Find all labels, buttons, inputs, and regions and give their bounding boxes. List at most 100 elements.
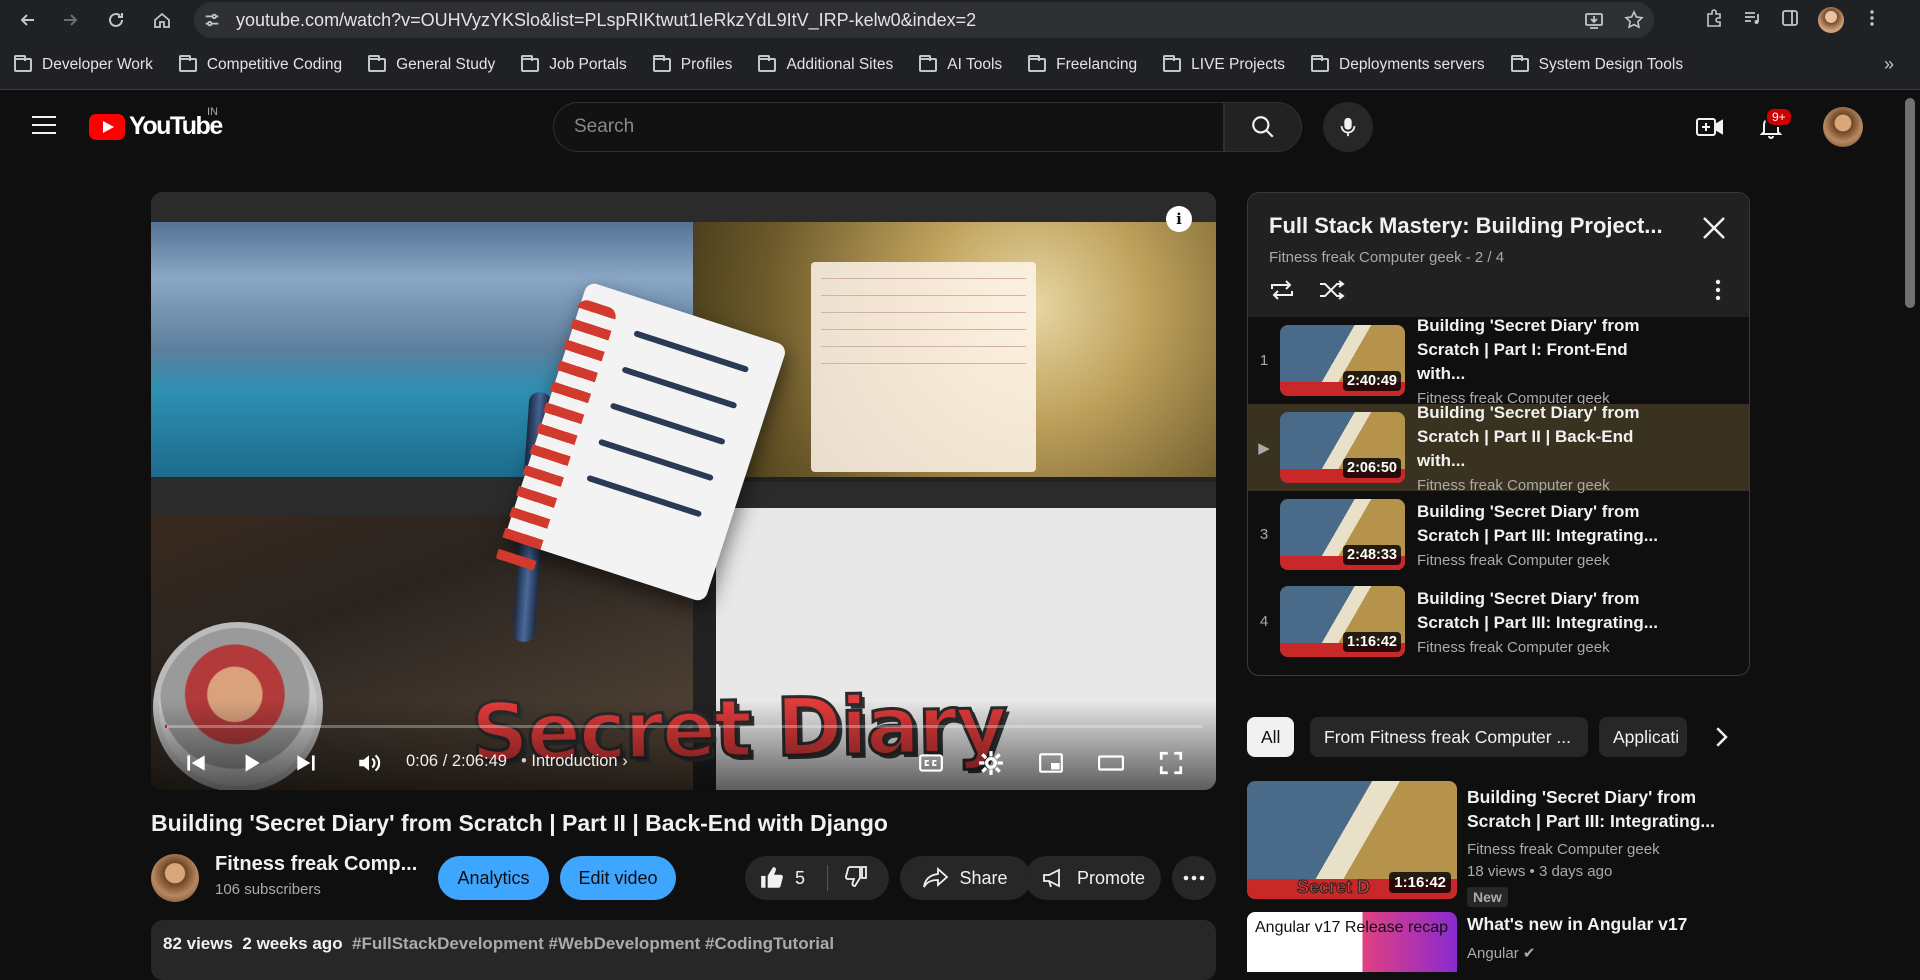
chip-applications[interactable]: Applicati (1599, 717, 1687, 757)
chevron-right-icon[interactable] (1706, 722, 1736, 752)
volume-button[interactable] (354, 748, 384, 778)
media-controls-icon[interactable] (1742, 8, 1762, 33)
folder-icon (178, 54, 197, 72)
loop-icon[interactable] (1268, 277, 1296, 303)
folder-icon (919, 54, 938, 72)
dislike-button[interactable] (844, 864, 868, 893)
back-icon[interactable] (8, 0, 48, 40)
youtube-logo[interactable]: YouTube IN (89, 106, 223, 141)
play-button[interactable] (236, 748, 266, 778)
captions-button[interactable] (916, 748, 946, 778)
theater-icon (1098, 755, 1124, 771)
folder-icon (1163, 54, 1182, 72)
install-app-icon[interactable] (1584, 10, 1604, 35)
home-icon[interactable] (142, 0, 182, 40)
thumbnail-text: Angular v17 Release recap (1255, 919, 1449, 936)
playlist-title[interactable]: Full Stack Mastery: Building Project... (1269, 213, 1663, 239)
bookmarks-bar: Developer Work Competitive Coding Genera… (0, 40, 1920, 90)
forward-icon[interactable] (50, 0, 90, 40)
microphone-icon (1340, 117, 1356, 137)
recommended-channel: Angular ✔ (1467, 945, 1536, 962)
duration-badge: 2:06:50 (1343, 458, 1401, 478)
analytics-button[interactable]: Analytics (438, 856, 549, 900)
voice-search-button[interactable] (1323, 102, 1373, 152)
like-dislike-group: 5 (745, 856, 889, 900)
more-actions-button[interactable] (1172, 856, 1216, 900)
channel-name[interactable]: Fitness freak Comp... (215, 853, 417, 876)
recommended-thumbnail: Secret D 1:16:42 (1247, 781, 1457, 899)
recommended-video[interactable]: Angular v17 Release recap What's new in … (1247, 912, 1727, 972)
description-box[interactable]: 82 views 2 weeks ago #FullStackDevelopme… (151, 920, 1216, 980)
create-icon (1696, 118, 1723, 136)
site-info-icon[interactable] (194, 11, 230, 29)
create-video-button[interactable] (1695, 112, 1725, 142)
folder-icon (1028, 54, 1047, 72)
playlist-item-title: Building 'Secret Diary' from Scratch | P… (1417, 403, 1640, 470)
reload-icon[interactable] (96, 0, 136, 40)
recommended-meta: 18 views • 3 days ago (1467, 863, 1613, 880)
close-icon[interactable] (1699, 213, 1729, 243)
miniplayer-button[interactable] (1036, 748, 1066, 778)
search-button[interactable] (1224, 102, 1302, 152)
url-text: youtube.com/watch?v=OUHVyzYKSlo&list=PLs… (236, 9, 977, 30)
progress-bar[interactable] (165, 725, 1202, 728)
playlist-item[interactable]: 3 2:48:33 Building 'Secret Diary' from S… (1248, 491, 1749, 578)
country-code: IN (207, 106, 218, 118)
bookmark-folder[interactable]: Additional Sites (758, 54, 893, 74)
shuffle-icon[interactable] (1318, 277, 1346, 303)
verified-icon: ✔ (1522, 945, 1536, 962)
settings-button[interactable] (976, 748, 1006, 778)
extensions-icon[interactable] (1704, 8, 1724, 33)
menu-icon[interactable] (1862, 8, 1882, 33)
bookmark-star-icon[interactable] (1624, 10, 1644, 35)
playlist-item[interactable]: 4 1:16:42 Building 'Secret Diary' from S… (1248, 578, 1749, 665)
subscriber-count: 106 subscribers (215, 881, 321, 898)
account-avatar[interactable] (1823, 107, 1863, 147)
chapter-button[interactable]: • Introduction › (521, 752, 628, 771)
like-button[interactable]: 5 (759, 865, 805, 891)
recommended-thumbnail: Angular v17 Release recap (1247, 912, 1457, 972)
hashtags[interactable]: #FullStackDevelopment #WebDevelopment #C… (352, 934, 834, 953)
bookmark-folder[interactable]: Competitive Coding (178, 54, 342, 74)
bookmark-folder[interactable]: Developer Work (14, 54, 153, 74)
info-icon[interactable]: i (1166, 206, 1192, 232)
share-icon (923, 867, 949, 888)
menu-hamburger-icon[interactable] (32, 116, 56, 134)
next-button[interactable] (291, 748, 321, 778)
video-player[interactable]: Secret Diary i 0:06 / 2:06:49 • Introduc… (151, 192, 1216, 790)
bookmark-folder[interactable]: Freelancing (1028, 54, 1137, 74)
more-bookmarks-icon[interactable]: » (1884, 54, 1894, 75)
bookmark-folder[interactable]: System Design Tools (1510, 54, 1683, 74)
edit-video-button[interactable]: Edit video (560, 856, 676, 900)
scrollbar-thumb[interactable] (1905, 98, 1915, 308)
bookmark-folder[interactable]: LIVE Projects (1163, 54, 1285, 74)
theater-mode-button[interactable] (1096, 748, 1126, 778)
promote-button[interactable]: Promote (1025, 856, 1161, 900)
chip-from-channel[interactable]: From Fitness freak Computer ... (1310, 717, 1588, 757)
upload-age: 2 weeks ago (242, 934, 343, 953)
address-bar[interactable]: youtube.com/watch?v=OUHVyzYKSlo&list=PLs… (194, 2, 1654, 38)
recommended-video[interactable]: Secret D 1:16:42 Building 'Secret Diary'… (1247, 781, 1727, 907)
playlist-item-thumbnail: 2:06:50 (1280, 412, 1405, 483)
bookmark-folder[interactable]: Profiles (652, 54, 732, 74)
chip-all[interactable]: All (1247, 717, 1295, 757)
bookmark-folder[interactable]: Deployments servers (1311, 54, 1485, 74)
channel-avatar[interactable] (151, 854, 199, 902)
bookmark-folder[interactable]: Job Portals (521, 54, 627, 74)
bookmark-folder[interactable]: General Study (368, 54, 495, 74)
previous-button[interactable] (181, 748, 211, 778)
folder-icon (368, 54, 387, 72)
volume-icon (359, 754, 381, 772)
bookmark-folder[interactable]: AI Tools (919, 54, 1002, 74)
search-input[interactable]: Search (553, 102, 1224, 152)
profile-avatar[interactable] (1818, 7, 1844, 33)
playlist-more-icon[interactable] (1715, 279, 1721, 301)
playlist-item[interactable]: 1 2:40:49 Building 'Secret Diary' from S… (1248, 316, 1749, 407)
fullscreen-button[interactable] (1156, 748, 1186, 778)
share-button[interactable]: Share (900, 856, 1031, 900)
playlist-item-active[interactable]: ▶ 2:06:50 Building 'Secret Diary' from S… (1248, 403, 1749, 494)
now-playing-icon: ▶ (1258, 439, 1270, 457)
duration-badge: 2:48:33 (1343, 545, 1401, 565)
page-scrollbar[interactable] (1900, 90, 1920, 958)
side-panel-icon[interactable] (1780, 8, 1800, 33)
